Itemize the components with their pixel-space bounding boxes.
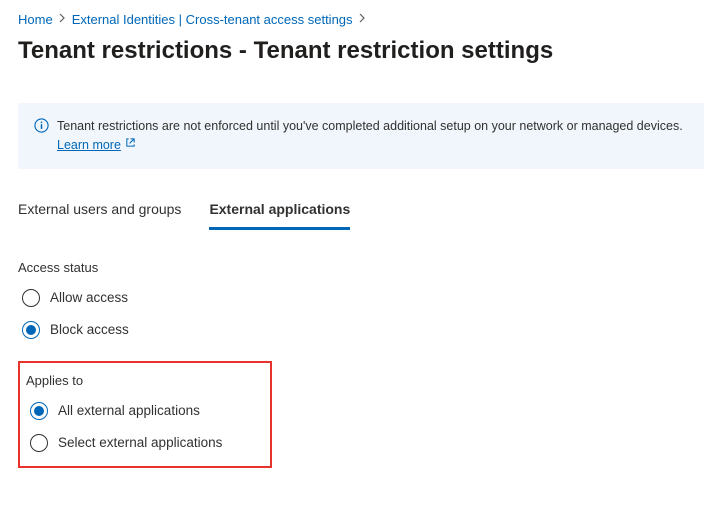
chevron-right-icon bbox=[359, 13, 366, 26]
banner-text: Tenant restrictions are not enforced unt… bbox=[57, 119, 683, 133]
radio-block-access[interactable]: Block access bbox=[22, 321, 704, 339]
info-banner: Tenant restrictions are not enforced unt… bbox=[18, 103, 704, 169]
breadcrumb-cross-tenant[interactable]: External Identities | Cross-tenant acces… bbox=[72, 12, 353, 27]
radio-label: All external applications bbox=[58, 403, 200, 418]
radio-label: Allow access bbox=[50, 290, 128, 305]
radio-allow-access[interactable]: Allow access bbox=[22, 289, 704, 307]
tabs: External users and groups External appli… bbox=[18, 193, 704, 230]
page-title: Tenant restrictions - Tenant restriction… bbox=[18, 37, 704, 65]
access-status-group: Allow access Block access bbox=[18, 289, 704, 339]
tab-external-users[interactable]: External users and groups bbox=[18, 193, 181, 230]
radio-label: Block access bbox=[50, 322, 129, 337]
radio-label: Select external applications bbox=[58, 435, 222, 450]
applies-to-group: All external applications Select externa… bbox=[26, 402, 260, 452]
radio-icon bbox=[30, 402, 48, 420]
radio-all-external-apps[interactable]: All external applications bbox=[30, 402, 260, 420]
tab-external-applications[interactable]: External applications bbox=[209, 193, 350, 230]
external-link-icon bbox=[125, 137, 136, 154]
breadcrumb: Home External Identities | Cross-tenant … bbox=[18, 12, 704, 27]
radio-icon bbox=[22, 289, 40, 307]
radio-select-external-apps[interactable]: Select external applications bbox=[30, 434, 260, 452]
learn-more-link[interactable]: Learn more bbox=[57, 136, 136, 155]
info-icon bbox=[34, 118, 49, 139]
breadcrumb-home[interactable]: Home bbox=[18, 12, 53, 27]
radio-icon bbox=[30, 434, 48, 452]
applies-to-label: Applies to bbox=[26, 373, 260, 388]
access-status-label: Access status bbox=[18, 260, 704, 275]
chevron-right-icon bbox=[59, 13, 66, 26]
radio-icon bbox=[22, 321, 40, 339]
applies-to-highlight: Applies to All external applications Sel… bbox=[18, 361, 272, 468]
